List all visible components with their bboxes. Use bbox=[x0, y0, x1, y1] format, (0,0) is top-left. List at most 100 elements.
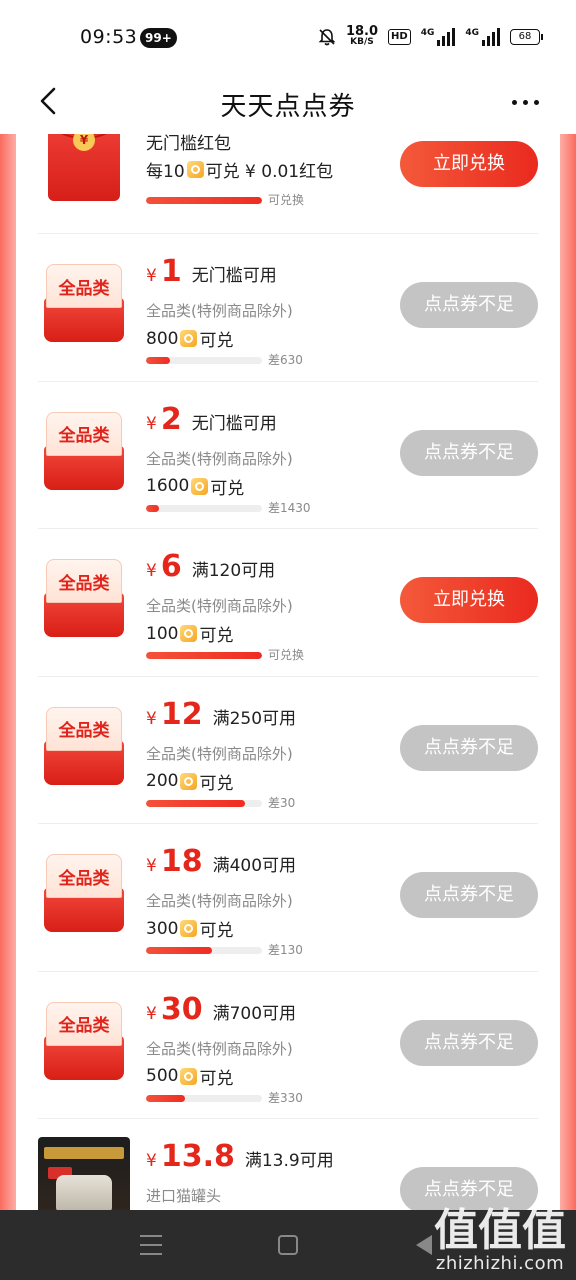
progress-bar bbox=[146, 504, 262, 512]
system-nav-bar: 值值值 zhizhizhi.com bbox=[0, 1205, 576, 1280]
coupon-cost: 1600 可兑 bbox=[146, 474, 244, 499]
status-bar: 09:53 99+ 18.0 KB/S HD 4G 4G 68 bbox=[0, 0, 576, 72]
redeem-text: 可兑 bbox=[199, 626, 234, 646]
redeem-button[interactable]: 点点券不足 bbox=[400, 724, 538, 771]
progress-fill bbox=[146, 197, 262, 204]
coupon-price-line: ¥ 2 无门槛可用 bbox=[146, 402, 277, 437]
back-triangle-icon[interactable] bbox=[416, 1235, 432, 1255]
redeem-text: 可兑 bbox=[199, 1068, 234, 1089]
point-coin-icon bbox=[180, 330, 198, 347]
signal-label-1: 4G bbox=[420, 28, 435, 38]
watermark-glyphs: 值值值 bbox=[434, 1205, 566, 1256]
cost-value: 200 bbox=[146, 771, 179, 791]
coupon-icon-label: 全品类 bbox=[46, 411, 122, 456]
redeem-text: 可兑 bbox=[199, 331, 234, 351]
coupon-cost: 300 可兑 bbox=[146, 916, 234, 942]
progress-fill bbox=[146, 357, 171, 364]
coupon-cost: 200 可兑 bbox=[146, 769, 233, 794]
status-time: 09:53 bbox=[80, 26, 138, 48]
coupon-amount: 12 bbox=[160, 696, 203, 732]
cost-value: 1600 bbox=[146, 476, 190, 496]
coupon-price-line: ¥ 13.8 满13.9可用 bbox=[146, 1139, 334, 1174]
net-speed-value: 18.0 bbox=[345, 24, 379, 39]
redeem-text: 可兑 bbox=[199, 921, 234, 941]
point-coin-icon bbox=[191, 477, 209, 495]
coupon-icon-label: 全品类 bbox=[46, 264, 122, 308]
point-coin-icon bbox=[180, 625, 198, 642]
progress-bar bbox=[146, 197, 262, 204]
point-coin-icon bbox=[186, 161, 204, 178]
signal-label-2: 4G bbox=[465, 28, 479, 38]
more-dot-icon bbox=[512, 99, 517, 105]
nav-bar: 天天点点券 bbox=[0, 72, 576, 134]
page-title: 天天点点券 bbox=[220, 92, 356, 122]
currency-symbol: ¥ bbox=[146, 413, 157, 434]
currency-symbol: ¥ bbox=[146, 561, 157, 581]
cost-suffix: 可兑 ¥ 0.01红包 bbox=[205, 162, 334, 182]
more-dot-icon bbox=[534, 99, 539, 105]
coupon-title: 无门槛红包 bbox=[146, 134, 231, 154]
coupon-scope: 全品类(特例商品除外) bbox=[146, 449, 293, 468]
currency-symbol: ¥ bbox=[146, 1003, 157, 1024]
currency-symbol: ¥ bbox=[146, 856, 157, 876]
coupon-amount: 1 bbox=[160, 254, 182, 289]
redeem-button[interactable]: 立即兑换 bbox=[400, 141, 538, 187]
coupon-cost: 每10 可兑 ¥ 0.01红包 bbox=[146, 157, 333, 182]
coupon-item: ¥ 无门槛红包 每10 可兑 ¥ 0.01红包 可兑换 立即兑换 bbox=[38, 134, 538, 234]
mute-bell-icon bbox=[318, 29, 336, 46]
coupon-condition: 满120可用 bbox=[191, 561, 276, 581]
coupon-price-line: ¥ 1 无门槛可用 bbox=[146, 254, 277, 289]
coupon-list-card: ¥ 无门槛红包 每10 可兑 ¥ 0.01红包 可兑换 立即兑换 全品类 ¥ 1… bbox=[16, 134, 560, 1210]
progress-label: 差630 bbox=[268, 353, 303, 367]
progress-bar bbox=[146, 947, 262, 954]
progress-bar bbox=[146, 357, 262, 364]
coupon-category-icon: 全品类 bbox=[44, 411, 124, 490]
cost-value: 500 bbox=[146, 1066, 179, 1086]
coupon-price-line: ¥ 18 满400可用 bbox=[146, 844, 296, 879]
coupon-category-icon: 全品类 bbox=[44, 1001, 124, 1080]
redeem-text: 可兑 bbox=[199, 773, 234, 794]
more-button[interactable] bbox=[512, 90, 546, 114]
currency-symbol: ¥ bbox=[146, 266, 157, 286]
redeem-button[interactable]: 立即兑换 bbox=[400, 577, 538, 623]
progress-bar bbox=[146, 1094, 262, 1102]
hd-icon: HD bbox=[388, 29, 411, 45]
coupon-category-icon: 全品类 bbox=[44, 264, 124, 342]
redeem-button[interactable]: 点点券不足 bbox=[400, 282, 538, 328]
redeem-button[interactable]: 点点券不足 bbox=[400, 872, 538, 918]
coupon-price-line: ¥ 12 满250可用 bbox=[146, 697, 296, 732]
more-dot-icon bbox=[523, 99, 528, 105]
coupon-amount: 18 bbox=[160, 844, 203, 879]
progress-bar bbox=[146, 799, 262, 807]
progress-label: 差1430 bbox=[268, 500, 311, 515]
coupon-amount: 13.8 bbox=[160, 1139, 235, 1174]
coupon-cost: 100 可兑 bbox=[146, 621, 234, 647]
redeem-button[interactable]: 点点券不足 bbox=[400, 1167, 538, 1210]
cost-value: 100 bbox=[146, 623, 179, 644]
coupon-category-icon: 全品类 bbox=[44, 854, 124, 932]
redeem-button[interactable]: 点点券不足 bbox=[400, 1019, 538, 1066]
progress-fill bbox=[146, 1094, 186, 1102]
home-icon[interactable] bbox=[278, 1235, 298, 1255]
coupon-item: 全品类 ¥ 12 满250可用 全品类(特例商品除外) 200 可兑 差30 点… bbox=[38, 677, 538, 824]
coupon-icon-label: 全品类 bbox=[46, 854, 122, 898]
redeem-button[interactable]: 点点券不足 bbox=[400, 429, 538, 476]
progress-label: 可兑换 bbox=[268, 193, 305, 207]
coupon-condition: 满700可用 bbox=[212, 1003, 297, 1024]
progress-label: 差130 bbox=[268, 943, 303, 957]
menu-icon[interactable] bbox=[140, 1235, 162, 1255]
coupon-scope: 全品类(特例商品除外) bbox=[146, 744, 293, 763]
coupon-icon-label: 全品类 bbox=[46, 706, 122, 751]
coupon-icon-label: 全品类 bbox=[46, 1001, 122, 1046]
coupon-condition: 满250可用 bbox=[212, 708, 297, 729]
coupon-condition: 无门槛可用 bbox=[191, 413, 277, 434]
cost-value: 300 bbox=[146, 918, 179, 939]
coupon-cost: 800 可兑 bbox=[146, 326, 234, 352]
progress-label: 差30 bbox=[268, 795, 296, 810]
coupon-amount: 2 bbox=[160, 401, 182, 437]
product-thumbnail bbox=[38, 1137, 130, 1210]
coupon-item: 全品类 ¥ 18 满400可用 全品类(特例商品除外) 300 可兑 差130 … bbox=[38, 824, 538, 972]
coupon-cost: 500 可兑 bbox=[146, 1064, 233, 1089]
progress-label: 差330 bbox=[268, 1090, 303, 1105]
coupon-condition: 无门槛可用 bbox=[191, 266, 277, 286]
